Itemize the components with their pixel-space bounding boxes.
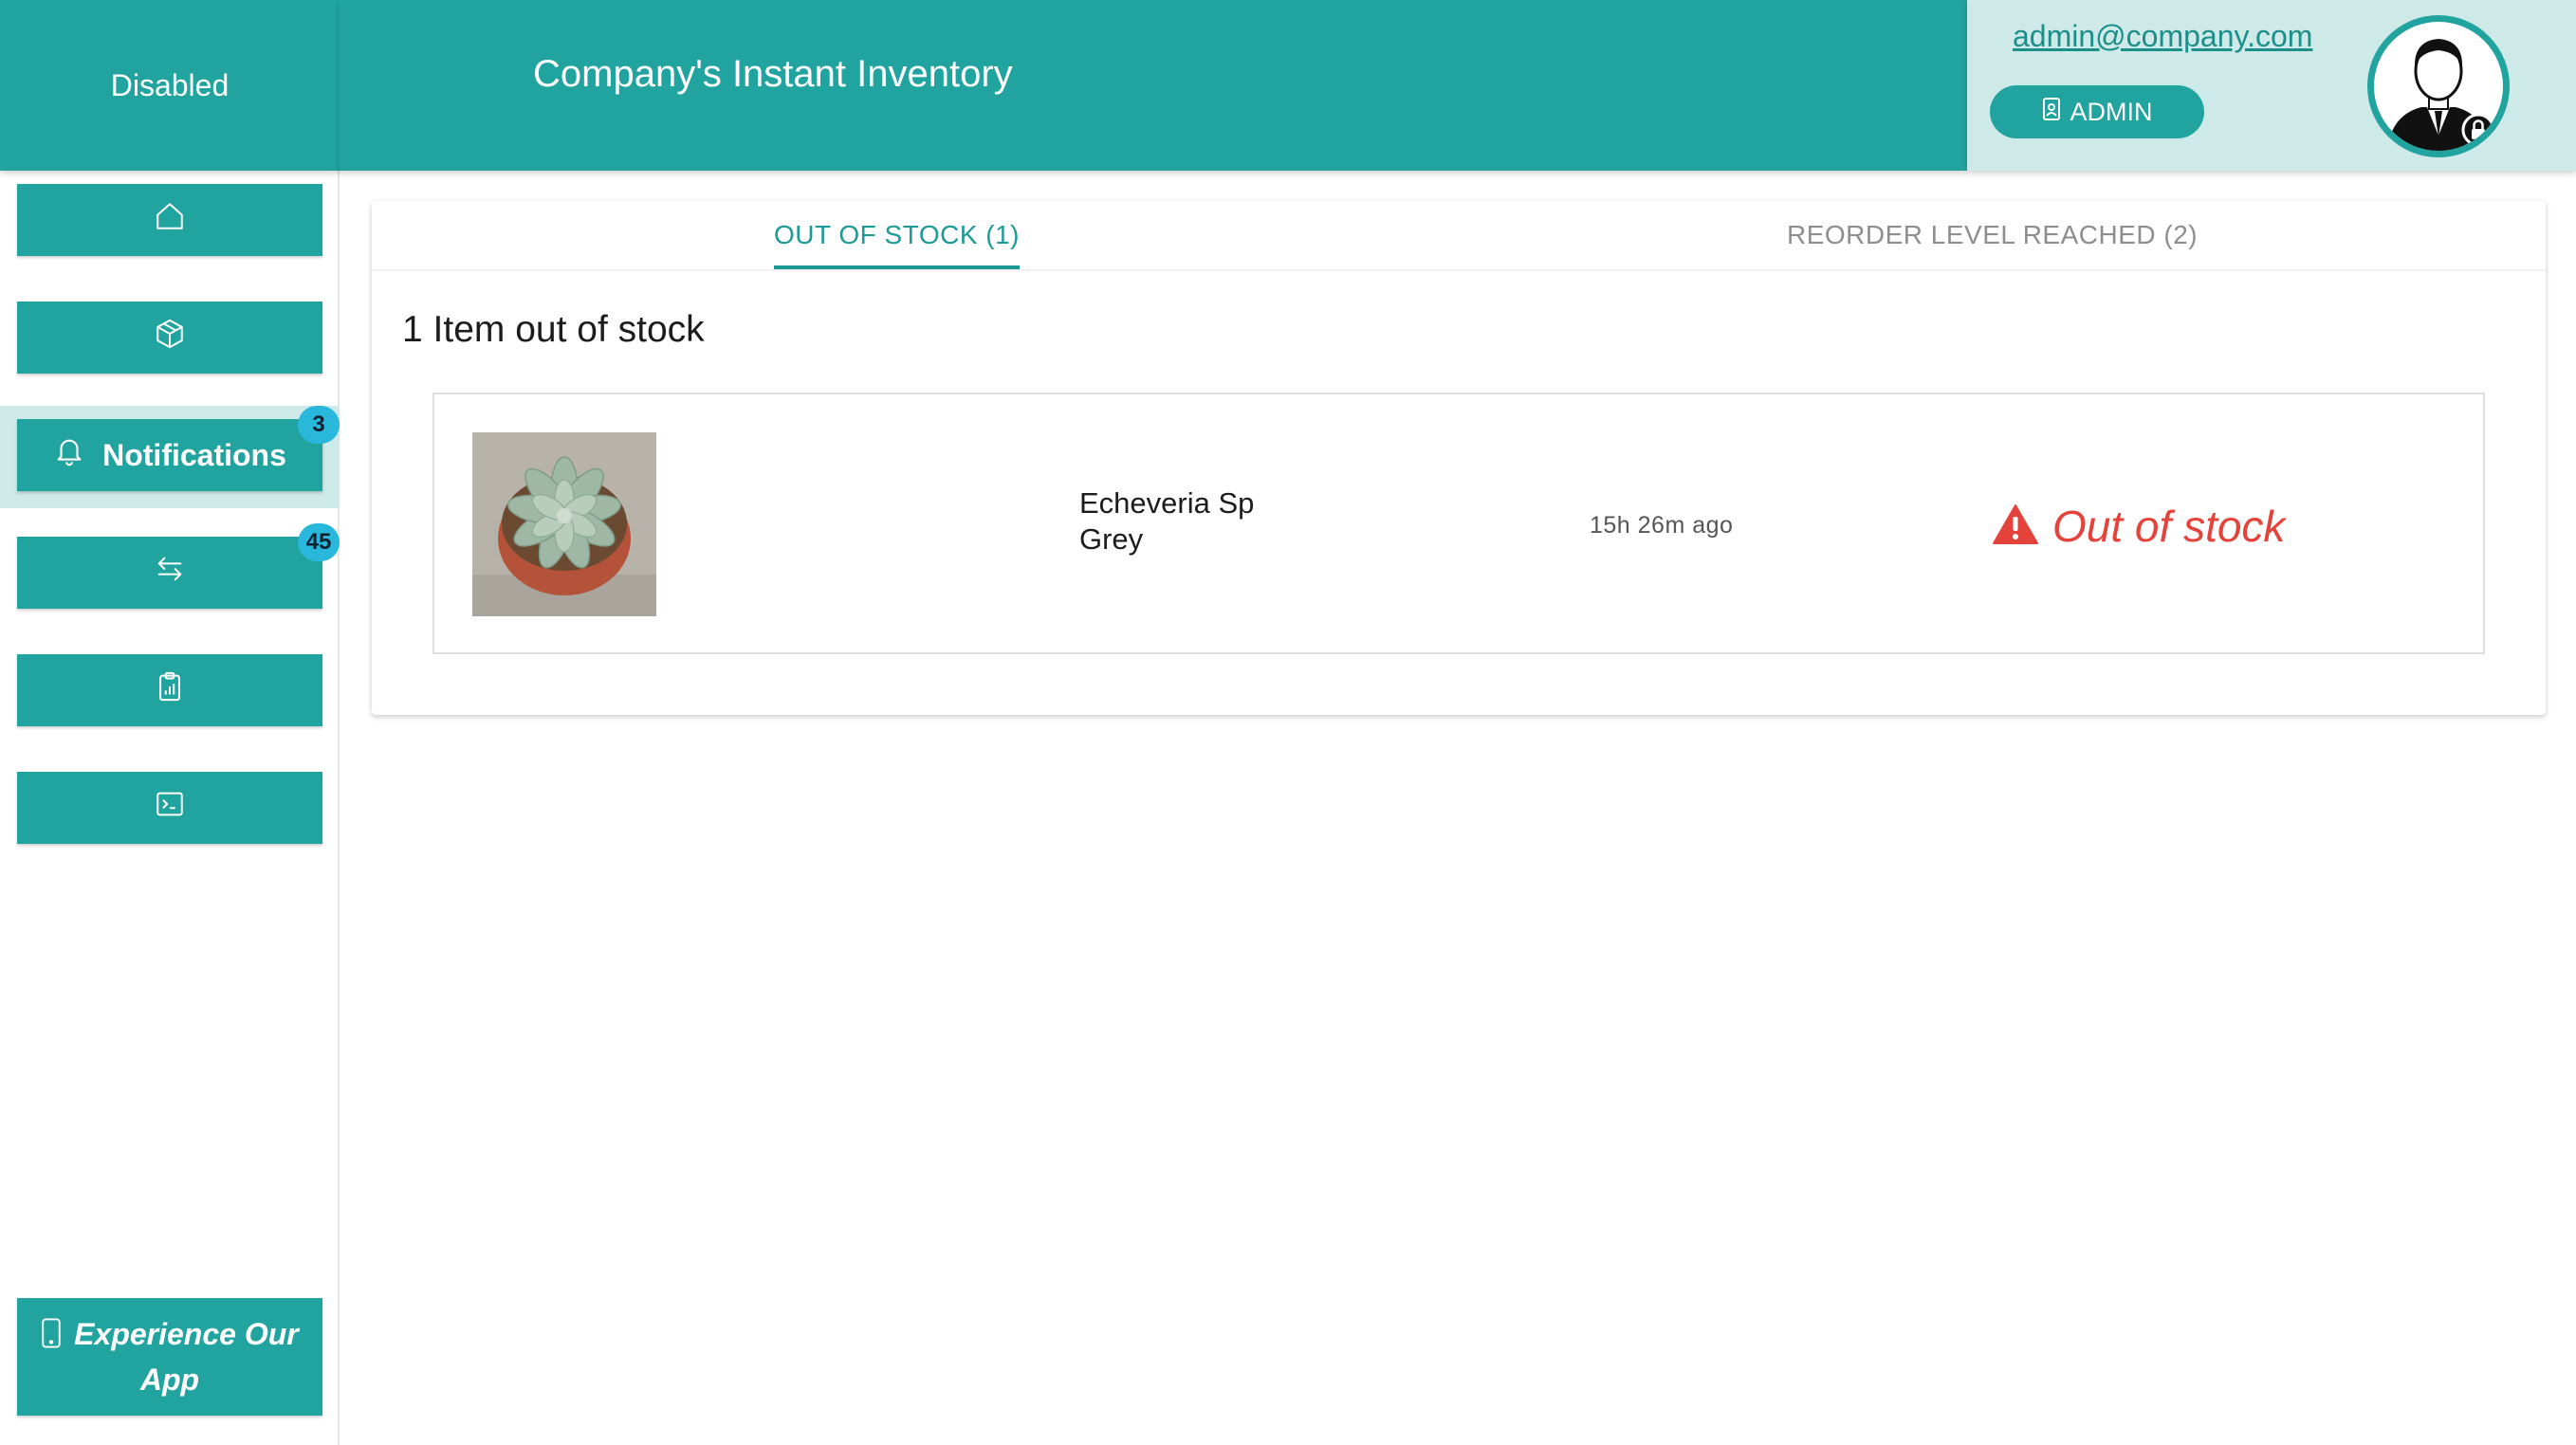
clipboard-chart-icon xyxy=(154,670,186,710)
admin-avatar-icon[interactable] xyxy=(2367,15,2510,157)
role-label: ADMIN xyxy=(2070,97,2153,126)
inventory-button[interactable] xyxy=(17,302,322,374)
sidebar-item-console xyxy=(0,759,340,861)
terminal-icon xyxy=(154,788,186,828)
user-panel: admin@company.com ADMIN xyxy=(1967,0,2576,171)
page-title: Company's Instant Inventory xyxy=(533,53,1013,95)
list-item[interactable]: Echeveria Sp Grey 15h 26m ago Out of sto… xyxy=(432,393,2485,654)
item-timestamp: 15h 26m ago xyxy=(1590,512,1734,539)
user-email-link[interactable]: admin@company.com xyxy=(2013,19,2312,54)
home-button[interactable] xyxy=(17,184,322,256)
sidebar-item-transfers: 45 xyxy=(0,523,340,626)
sidebar-item-inventory xyxy=(0,288,340,391)
notifications-label: Notifications xyxy=(102,437,286,472)
bell-icon xyxy=(53,435,85,475)
notification-tabs: OUT OF STOCK (1) REORDER LEVEL REACHED (… xyxy=(372,201,2546,271)
status-text: Out of stock xyxy=(2052,502,2286,551)
sidebar: Disabled Notifications 3 45 Experience O… xyxy=(0,0,340,1445)
home-icon xyxy=(154,200,186,240)
item-name: Echeveria Sp Grey xyxy=(1079,485,1254,558)
transfer-arrows-icon xyxy=(154,553,186,593)
notifications-badge: 3 xyxy=(298,406,340,444)
box-icon xyxy=(154,318,186,357)
tab-reorder-level[interactable]: REORDER LEVEL REACHED (2) xyxy=(1787,220,2198,250)
sidebar-item-reports xyxy=(0,641,340,743)
tab-out-of-stock[interactable]: OUT OF STOCK (1) xyxy=(774,220,1020,269)
transfers-button[interactable] xyxy=(17,537,322,609)
product-thumbnail xyxy=(472,432,656,616)
role-badge-button[interactable]: ADMIN xyxy=(1990,85,2204,138)
mobile-phone-icon xyxy=(41,1317,74,1351)
sidebar-item-home xyxy=(0,171,340,273)
id-badge-icon xyxy=(2042,97,2061,128)
reports-button[interactable] xyxy=(17,654,322,726)
transfers-badge: 45 xyxy=(298,523,340,561)
experience-app-label: Experience Our App xyxy=(74,1317,299,1397)
experience-app-button[interactable]: Experience Our App xyxy=(17,1298,322,1416)
sidebar-item-notifications: Notifications 3 xyxy=(0,406,340,508)
item-name-line2: Grey xyxy=(1079,522,1144,556)
warning-triangle-icon xyxy=(1992,503,2039,550)
section-title: 1 Item out of stock xyxy=(402,309,705,350)
item-name-line1: Echeveria Sp xyxy=(1079,486,1255,520)
status-label: Disabled xyxy=(110,67,230,102)
sidebar-status-header: Disabled xyxy=(0,0,340,171)
notifications-button[interactable]: Notifications xyxy=(17,419,322,491)
top-header: Company's Instant Inventory xyxy=(340,0,1967,171)
status-badge: Out of stock xyxy=(1992,501,2285,552)
console-button[interactable] xyxy=(17,772,322,844)
notifications-card: OUT OF STOCK (1) REORDER LEVEL REACHED (… xyxy=(372,201,2546,715)
